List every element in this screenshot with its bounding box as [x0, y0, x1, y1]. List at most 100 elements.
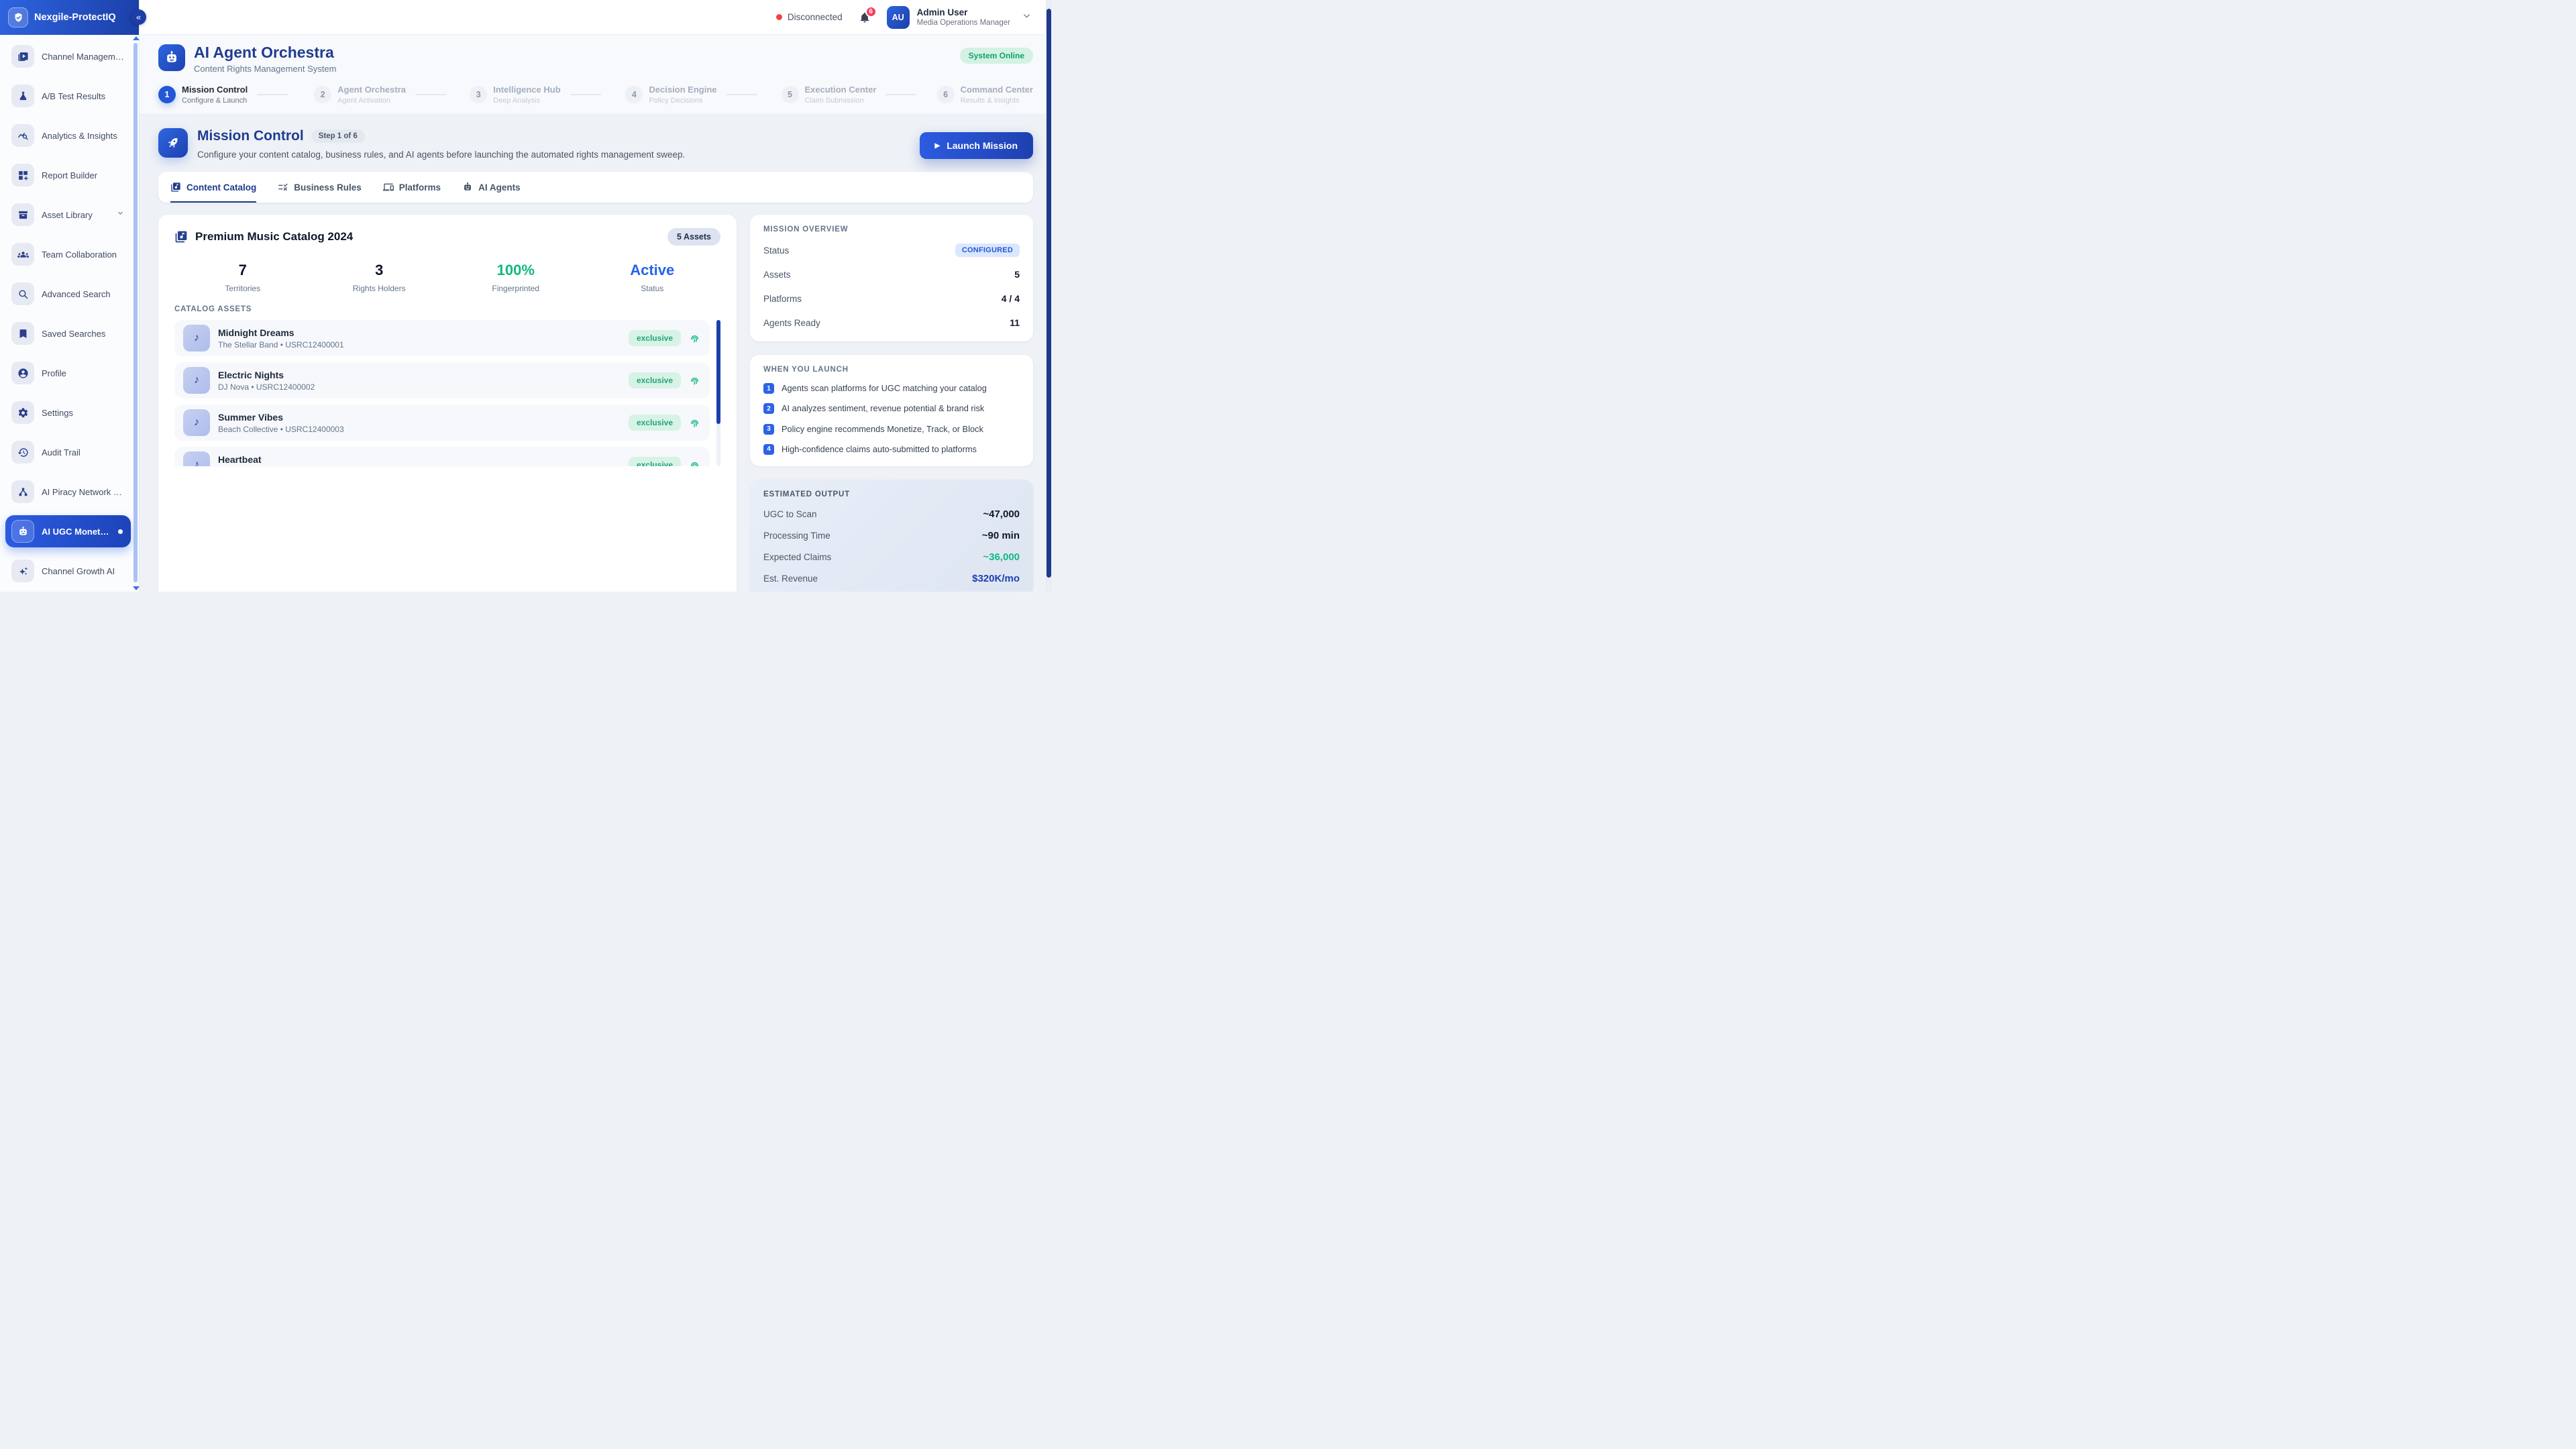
music-note-icon: ♪: [183, 409, 210, 436]
card-heading: ESTIMATED OUTPUT: [763, 490, 1020, 498]
asset-list-scrollbar-thumb[interactable]: [716, 320, 720, 424]
video-library-icon: [11, 45, 34, 68]
overview-row-assets: Assets 5: [763, 267, 1020, 282]
output-row-est-revenue: Est. Revenue $320K/mo: [763, 573, 1020, 584]
system-status-badge: System Online: [960, 48, 1033, 64]
step-execution-center[interactable]: 5 Execution CenterClaim Submission: [782, 85, 877, 105]
topbar: Disconnected 6 AU Admin User Media Opera…: [140, 0, 1052, 35]
launch-mission-button[interactable]: ▶ Launch Mission: [920, 132, 1034, 159]
profile-icon: [11, 362, 34, 384]
license-badge: exclusive: [629, 330, 681, 346]
devices-icon: [383, 182, 394, 193]
archive-box-icon: [11, 203, 34, 226]
step-number-badge: 2: [763, 403, 774, 414]
sidebar-item-label: Channel Manageme…: [42, 52, 125, 62]
catalog-assets-heading: CATALOG ASSETS: [174, 305, 720, 313]
catalog-stats: 7 Territories 3 Rights Holders 100% Fing…: [174, 262, 720, 293]
sidebar-item-analytics-insights[interactable]: Analytics & Insights: [5, 119, 131, 152]
sidebar-item-label: Saved Searches: [42, 329, 105, 339]
sidebar-item-saved-searches[interactable]: Saved Searches: [5, 317, 131, 350]
notifications-button[interactable]: 6: [859, 11, 871, 23]
sidebar-item-label: AI UGC Monetiz…: [42, 527, 111, 537]
sidebar-item-settings[interactable]: Settings: [5, 396, 131, 429]
tab-content-catalog[interactable]: Content Catalog: [170, 172, 256, 203]
music-note-icon: ♪: [183, 367, 210, 394]
scroll-up-arrow[interactable]: [133, 36, 140, 40]
page-scrollbar-thumb[interactable]: [1046, 9, 1051, 578]
step-mission-control[interactable]: 1 Mission ControlConfigure & Launch: [158, 85, 248, 105]
sidebar-item-asset-library[interactable]: Asset Library: [5, 199, 131, 231]
scroll-down-arrow[interactable]: [133, 586, 140, 590]
step-intelligence-hub[interactable]: 3 Intelligence HubDeep Analysis: [470, 85, 560, 105]
sidebar-item-label: Report Builder: [42, 170, 97, 180]
user-menu[interactable]: AU Admin User Media Operations Manager: [887, 6, 1032, 29]
card-heading: WHEN YOU LAUNCH: [763, 366, 1020, 374]
step-connector: [415, 94, 446, 95]
bookmark-icon: [11, 322, 34, 345]
sidebar-item-audit-trail[interactable]: Audit Trail: [5, 436, 131, 468]
analytics-search-icon: [11, 124, 34, 147]
tab-platforms[interactable]: Platforms: [383, 172, 441, 203]
brand-name: Nexgile-ProtectIQ: [34, 12, 116, 23]
sidebar-item-label: A/B Test Results: [42, 91, 105, 101]
asset-row-heartbeat[interactable]: ♪ Heartbeat exclusive: [174, 447, 710, 466]
sidebar-item-channel-management[interactable]: Channel Manageme…: [5, 40, 131, 72]
asset-list-scrollbar[interactable]: [716, 320, 720, 466]
sidebar-item-ab-test-results[interactable]: A/B Test Results: [5, 80, 131, 112]
wizard-stepper: 1 Mission ControlConfigure & Launch 2 Ag…: [158, 85, 1033, 105]
launch-step-1: 1 Agents scan platforms for UGC matching…: [763, 382, 1020, 394]
app-window: Nexgile-ProtectIQ « Channel Manageme… A/…: [0, 0, 1052, 592]
sidebar-scrollbar[interactable]: [133, 36, 138, 590]
sidebar-item-profile[interactable]: Profile: [5, 357, 131, 389]
asset-row-electric-nights[interactable]: ♪ Electric Nights DJ Nova • USRC12400002…: [174, 362, 710, 398]
step-decision-engine[interactable]: 4 Decision EnginePolicy Decisions: [625, 85, 716, 105]
license-badge: exclusive: [629, 415, 681, 431]
step-number: 1: [158, 86, 176, 103]
asset-row-summer-vibes[interactable]: ♪ Summer Vibes Beach Collective • USRC12…: [174, 405, 710, 441]
sidebar-item-report-builder[interactable]: Report Builder: [5, 159, 131, 191]
team-icon: [11, 243, 34, 266]
tab-ai-agents[interactable]: AI Agents: [462, 172, 521, 203]
page-scrollbar[interactable]: [1046, 0, 1052, 592]
when-you-launch-card: WHEN YOU LAUNCH 1 Agents scan platforms …: [750, 355, 1033, 466]
sidebar-collapse-button[interactable]: «: [131, 9, 146, 25]
asset-list[interactable]: ♪ Midnight Dreams The Stellar Band • USR…: [174, 320, 720, 466]
asset-row-midnight-dreams[interactable]: ♪ Midnight Dreams The Stellar Band • USR…: [174, 320, 710, 356]
robot-icon: [11, 520, 34, 543]
sidebar-item-label: Profile: [42, 368, 66, 378]
music-note-icon: ♪: [183, 325, 210, 352]
tab-bar: Content Catalog Business Rules Platforms…: [158, 172, 1033, 203]
connection-status: Disconnected: [776, 12, 843, 22]
brand-shield-logo: [8, 7, 28, 28]
shield-check-icon: [13, 12, 24, 23]
step-number-badge: 1: [763, 383, 774, 394]
overview-row-status: Status CONFIGURED: [763, 243, 1020, 258]
tab-business-rules[interactable]: Business Rules: [278, 172, 362, 203]
step-connector: [727, 94, 757, 95]
chevron-down-icon[interactable]: [116, 209, 125, 221]
fingerprint-icon: [688, 374, 701, 387]
sidebar-item-label: Asset Library: [42, 210, 93, 220]
sidebar-item-advanced-search[interactable]: Advanced Search: [5, 278, 131, 310]
step-command-center[interactable]: 6 Command CenterResults & Insights: [937, 85, 1033, 105]
content-area: Premium Music Catalog 2024 5 Assets 7 Te…: [140, 203, 1052, 592]
robot-icon: [462, 182, 473, 193]
launch-step-4: 4 High-confidence claims auto-submitted …: [763, 443, 1020, 455]
sidebar-item-ai-piracy-network[interactable]: AI Piracy Network D…: [5, 476, 131, 508]
page-title: AI Agent Orchestra: [194, 44, 336, 60]
step-number: 5: [782, 86, 799, 103]
mission-overview-card: MISSION OVERVIEW Status CONFIGURED Asset…: [750, 215, 1033, 341]
launch-step-2: 2 AI analyzes sentiment, revenue potenti…: [763, 402, 1020, 414]
configured-badge: CONFIGURED: [955, 244, 1020, 257]
sidebar-scrollbar-thumb[interactable]: [133, 43, 138, 582]
sidebar-item-label: AI Piracy Network D…: [42, 487, 125, 497]
active-indicator-dot: [118, 529, 123, 534]
sidebar-item-channel-growth-ai[interactable]: Channel Growth AI: [5, 555, 131, 587]
page-header: AI Agent Orchestra Content Rights Manage…: [140, 35, 1052, 115]
step-agent-orchestra[interactable]: 2 Agent OrchestraAgent Activation: [314, 85, 406, 105]
sidebar-item-ai-ugc-monetization[interactable]: AI UGC Monetiz…: [5, 515, 131, 547]
fingerprint-icon: [688, 417, 701, 429]
catalog-title: Premium Music Catalog 2024: [195, 230, 353, 244]
sidebar-item-team-collaboration[interactable]: Team Collaboration: [5, 238, 131, 270]
step-connector: [257, 94, 288, 95]
